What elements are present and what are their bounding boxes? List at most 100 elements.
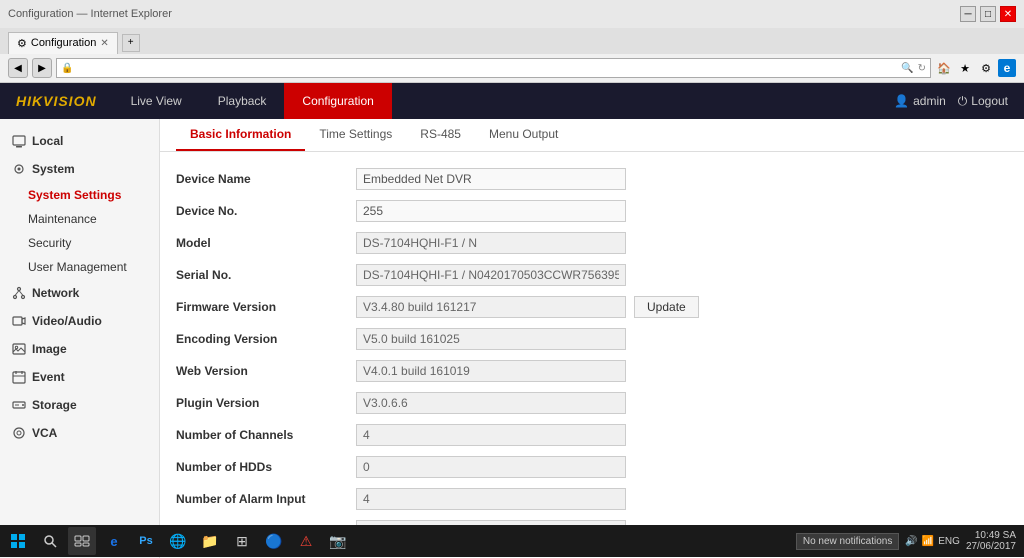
home-icon[interactable]: 🏠 (935, 59, 953, 77)
sidebar-item-image[interactable]: Image (0, 335, 159, 363)
sidebar-item-security[interactable]: Security (0, 231, 159, 255)
label-channels: Number of Channels (176, 428, 356, 442)
form-row-firmware: Firmware Version Update (176, 296, 1008, 318)
sidebar-item-maintenance[interactable]: Maintenance (0, 207, 159, 231)
tab-menu-output[interactable]: Menu Output (475, 119, 572, 151)
network-tray-icon[interactable]: 📶 (922, 536, 934, 547)
form-row-plugin: Plugin Version (176, 392, 1008, 414)
vca-icon (12, 426, 26, 440)
browser-taskbar-icon[interactable]: 🌐 (164, 527, 192, 555)
refresh-button[interactable]: ↻ (918, 63, 926, 74)
tab-rs485[interactable]: RS-485 (406, 119, 475, 151)
form-row-hdds: Number of HDDs (176, 456, 1008, 478)
tab-icon: ⚙ (17, 37, 27, 50)
favorites-icon[interactable]: ★ (956, 59, 974, 77)
tab-close-button[interactable]: ✕ (100, 38, 108, 49)
address-bar: 🔒 http://192.168.1.107/doc/page/config.a… (56, 58, 931, 78)
label-firmware: Firmware Version (176, 300, 356, 314)
logout-icon: ⏻ (958, 94, 968, 109)
value-alarm-input (356, 488, 1008, 510)
ie-icon: e (998, 59, 1016, 77)
sidebar-item-vca[interactable]: VCA (0, 419, 159, 447)
content-area: Basic Information Time Settings RS-485 M… (160, 119, 1024, 558)
logout-button[interactable]: ⏻ Logout (958, 94, 1008, 109)
label-plugin: Plugin Version (176, 396, 356, 410)
chrome-taskbar-icon[interactable]: 🔵 (260, 527, 288, 555)
camera-taskbar-icon[interactable]: 📷 (324, 527, 352, 555)
tab-time-settings[interactable]: Time Settings (305, 119, 406, 151)
nav-items: Live View Playback Configuration (113, 83, 895, 119)
form-row-encoding: Encoding Version (176, 328, 1008, 350)
sidebar-item-network[interactable]: Network (0, 279, 159, 307)
input-firmware (356, 296, 626, 318)
input-hdds (356, 456, 626, 478)
minimize-button[interactable]: ─ (960, 6, 976, 22)
sidebar-item-event[interactable]: Event (0, 363, 159, 391)
sidebar-item-system-settings[interactable]: System Settings (0, 183, 159, 207)
photoshop-taskbar-icon[interactable]: Ps (132, 527, 160, 555)
browser-tab[interactable]: ⚙ Configuration ✕ (8, 32, 118, 54)
tools-icon[interactable]: ⚙ (977, 59, 995, 77)
nav-live-view[interactable]: Live View (113, 83, 200, 119)
form-row-model: Model (176, 232, 1008, 254)
nav-playback[interactable]: Playback (200, 83, 285, 119)
sidebar-item-local[interactable]: Local (0, 127, 159, 155)
label-device-no: Device No. (176, 204, 356, 218)
tiles-taskbar-icon[interactable]: ⊞ (228, 527, 256, 555)
input-plugin (356, 392, 626, 414)
input-encoding (356, 328, 626, 350)
input-serial-no (356, 264, 626, 286)
taskview-button[interactable] (68, 527, 96, 555)
lang-indicator[interactable]: ENG (938, 536, 960, 547)
clock-time: 10:49 SA (966, 530, 1016, 541)
logo: HIKVISION (0, 93, 113, 109)
forward-button[interactable]: ▶ (32, 58, 52, 78)
sidebar-item-video-audio[interactable]: Video/Audio (0, 307, 159, 335)
back-button[interactable]: ◀ (8, 58, 28, 78)
folder-taskbar-icon[interactable]: 📁 (196, 527, 224, 555)
alert-taskbar-icon[interactable]: ⚠ (292, 527, 320, 555)
new-tab-button[interactable]: + (122, 34, 140, 52)
nav-user: 👤 admin (894, 94, 946, 108)
form-row-alarm-input: Number of Alarm Input (176, 488, 1008, 510)
sidebar-item-user-management[interactable]: User Management (0, 255, 159, 279)
value-web (356, 360, 1008, 382)
volume-icon[interactable]: 🔊 (905, 536, 917, 547)
search-icon[interactable]: 🔍 (901, 63, 913, 74)
title-bar-controls: ─ □ ✕ (960, 6, 1016, 22)
search-taskbar-button[interactable] (36, 527, 64, 555)
notification-badge[interactable]: No new notifications (796, 533, 900, 550)
tab-basic-information[interactable]: Basic Information (176, 119, 305, 151)
input-model (356, 232, 626, 254)
ie-taskbar-icon[interactable]: e (100, 527, 128, 555)
label-model: Model (176, 236, 356, 250)
input-channels (356, 424, 626, 446)
url-input[interactable]: http://192.168.1.107/doc/page/config.asp (77, 62, 897, 74)
start-button[interactable] (4, 527, 32, 555)
value-device-name (356, 168, 1008, 190)
input-device-no[interactable] (356, 200, 626, 222)
update-button[interactable]: Update (634, 296, 699, 318)
logout-label: Logout (971, 94, 1008, 108)
label-encoding: Encoding Version (176, 332, 356, 346)
sidebar-label-system: System (32, 162, 75, 176)
taskbar: e Ps 🌐 📁 ⊞ 🔵 ⚠ 📷 No new notifications 🔊 … (0, 525, 1024, 557)
restore-button[interactable]: □ (980, 6, 996, 22)
label-serial-no: Serial No. (176, 268, 356, 282)
user-icon: 👤 (894, 94, 909, 108)
input-device-name[interactable] (356, 168, 626, 190)
label-alarm-input: Number of Alarm Input (176, 492, 356, 506)
nav-configuration[interactable]: Configuration (284, 83, 391, 119)
close-button[interactable]: ✕ (1000, 6, 1016, 22)
sidebar-label-local: Local (32, 134, 63, 148)
sidebar-item-system[interactable]: System (0, 155, 159, 183)
sidebar-label-storage: Storage (32, 398, 77, 412)
value-device-no (356, 200, 1008, 222)
value-plugin (356, 392, 1008, 414)
hikvision-app: HIKVISION Live View Playback Configurati… (0, 83, 1024, 558)
storage-icon (12, 398, 26, 412)
browser-tab-bar: ⚙ Configuration ✕ + (0, 28, 1024, 54)
window-title: Configuration — Internet Explorer (8, 8, 172, 20)
sidebar-item-storage[interactable]: Storage (0, 391, 159, 419)
username: admin (913, 94, 946, 108)
